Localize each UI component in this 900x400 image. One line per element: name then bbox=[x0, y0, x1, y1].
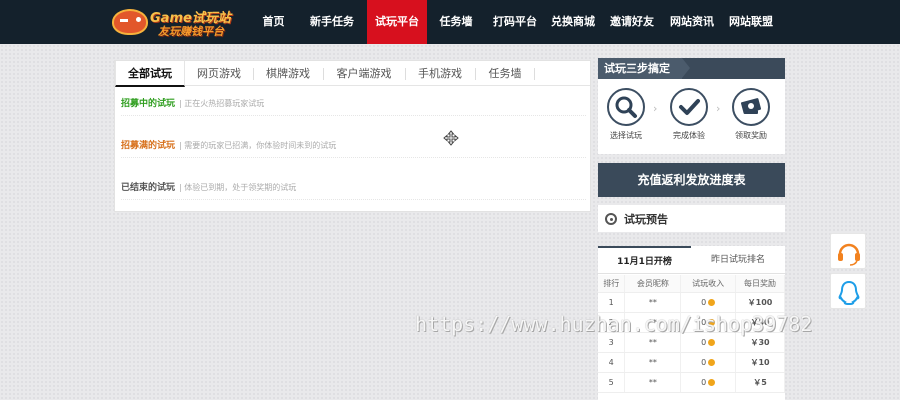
cell-name: ** bbox=[624, 372, 682, 393]
table-header-row: 排行 会员昵称 试玩收入 每日奖励 bbox=[598, 275, 785, 293]
income-value: 0 bbox=[701, 337, 707, 347]
move-cursor-icon bbox=[443, 130, 459, 146]
cell-income: 0 bbox=[680, 352, 737, 373]
tab-web-games[interactable]: 网页游戏 bbox=[185, 61, 253, 86]
income-value: 0 bbox=[701, 297, 707, 307]
qq-contact-button[interactable] bbox=[830, 273, 866, 309]
nav-item-task-wall[interactable]: 任务墙 bbox=[427, 0, 485, 44]
nav-item-invite-friends[interactable]: 邀请好友 bbox=[601, 0, 663, 44]
site-logo[interactable]: Game试玩站 友玩赚钱平台 bbox=[112, 5, 257, 39]
section-full: 招募满的试玩 | 需要的玩家已招满，你体验时间未到的试玩 bbox=[121, 140, 336, 152]
watermark-text: https://www.huzhan.com/ishop39782 bbox=[415, 312, 813, 336]
section-divider bbox=[121, 115, 586, 116]
cell-rank: 1 bbox=[598, 292, 626, 313]
section-desc: | 体验已到期，处于领奖期的试玩 bbox=[179, 183, 297, 192]
col-rank: 排行 bbox=[598, 275, 626, 293]
steps-title: 试玩三步搞定 bbox=[598, 58, 690, 79]
cell-reward: ￥100 bbox=[735, 292, 785, 313]
trial-preview-box[interactable]: 试玩预告 bbox=[598, 205, 785, 232]
tab-divider bbox=[534, 68, 535, 80]
tab-all-trials[interactable]: 全部试玩 bbox=[115, 61, 185, 87]
trial-list-panel: 全部试玩 网页游戏 棋牌游戏 客户端游戏 手机游戏 任务墙 招募中的试玩 | 正在… bbox=[114, 60, 591, 212]
step-label: 领取奖励 bbox=[735, 131, 767, 140]
nav-item-home[interactable]: 首页 bbox=[250, 0, 297, 44]
check-icon bbox=[670, 88, 708, 126]
cell-name: ** bbox=[624, 352, 682, 373]
income-value: 0 bbox=[701, 377, 707, 387]
recharge-progress-button[interactable]: 充值返利发放进度表 bbox=[598, 163, 785, 197]
section-divider bbox=[121, 199, 586, 200]
cell-rank: 5 bbox=[598, 372, 626, 393]
cell-reward: ￥5 bbox=[735, 372, 785, 393]
steps-header: 试玩三步搞定 bbox=[598, 58, 785, 79]
nav-item-trial-platform[interactable]: 试玩平台 bbox=[367, 0, 427, 44]
nav-item-captcha-platform[interactable]: 打码平台 bbox=[485, 0, 545, 44]
section-divider bbox=[121, 157, 586, 158]
table-row: 1 ** 0 ￥100 bbox=[598, 292, 785, 313]
nav-item-site-news[interactable]: 网站资讯 bbox=[663, 0, 721, 44]
table-row: 4 ** 0 ￥10 bbox=[598, 352, 785, 373]
nav-item-site-alliance[interactable]: 网站联盟 bbox=[721, 0, 781, 44]
step-complete-experience: 完成体验 bbox=[664, 88, 714, 141]
logo-line2: 友玩赚钱平台 bbox=[158, 25, 224, 38]
cell-name: ** bbox=[624, 292, 682, 313]
three-steps-panel: 试玩三步搞定 选择试玩 › 完成体验 › 领取奖励 bbox=[598, 58, 785, 154]
chevron-right-icon: › bbox=[716, 102, 721, 115]
tab-task-wall[interactable]: 任务墙 bbox=[475, 61, 535, 86]
col-reward: 每日奖励 bbox=[735, 275, 785, 293]
section-title[interactable]: 已结束的试玩 bbox=[121, 183, 175, 193]
search-icon bbox=[607, 88, 645, 126]
preview-title: 试玩预告 bbox=[624, 213, 668, 226]
coin-icon bbox=[708, 338, 716, 346]
cell-income: 0 bbox=[680, 292, 737, 313]
gamepad-icon bbox=[112, 9, 148, 35]
section-title[interactable]: 招募满的试玩 bbox=[121, 141, 175, 151]
tab-ranking-open[interactable]: 11月1日开榜 bbox=[598, 246, 691, 274]
tab-mobile-games[interactable]: 手机游戏 bbox=[405, 61, 475, 86]
main-nav: 首页 新手任务 试玩平台 任务墙 打码平台 兑换商城 邀请好友 网站资讯 网站联… bbox=[250, 0, 781, 44]
tab-yesterday-ranking[interactable]: 昨日试玩排名 bbox=[691, 246, 785, 274]
ranking-tabs: 11月1日开榜 昨日试玩排名 bbox=[598, 246, 785, 274]
nav-item-exchange-mall[interactable]: 兑换商城 bbox=[545, 0, 601, 44]
section-recruiting: 招募中的试玩 | 正在火热招募玩家试玩 bbox=[121, 98, 264, 110]
table-row: 5 ** 0 ￥5 bbox=[598, 372, 785, 393]
chevron-right-icon: › bbox=[653, 102, 658, 115]
customer-service-button[interactable] bbox=[830, 233, 866, 269]
section-desc: | 需要的玩家已招满，你体验时间未到的试玩 bbox=[179, 141, 337, 150]
coin-icon bbox=[708, 378, 716, 386]
preview-icon bbox=[605, 213, 617, 225]
coin-icon bbox=[708, 298, 716, 306]
cell-rank: 4 bbox=[598, 352, 626, 373]
step-claim-reward: 领取奖励 bbox=[726, 88, 776, 141]
section-ended: 已结束的试玩 | 体验已到期，处于领奖期的试玩 bbox=[121, 182, 296, 194]
tab-client-games[interactable]: 客户端游戏 bbox=[323, 61, 405, 86]
col-nickname: 会员昵称 bbox=[624, 275, 682, 293]
headset-icon bbox=[838, 243, 860, 266]
step-select-trial: 选择试玩 bbox=[601, 88, 651, 141]
top-navbar: Game试玩站 友玩赚钱平台 首页 新手任务 试玩平台 任务墙 打码平台 兑换商… bbox=[0, 0, 900, 44]
col-income: 试玩收入 bbox=[680, 275, 737, 293]
cell-reward: ￥10 bbox=[735, 352, 785, 373]
income-value: 0 bbox=[701, 357, 707, 367]
coin-icon bbox=[708, 358, 716, 366]
money-icon bbox=[732, 88, 770, 126]
section-desc: | 正在火热招募玩家试玩 bbox=[179, 99, 265, 108]
nav-item-newbie-tasks[interactable]: 新手任务 bbox=[297, 0, 367, 44]
tab-card-games[interactable]: 棋牌游戏 bbox=[253, 61, 323, 86]
step-label: 选择试玩 bbox=[610, 131, 642, 140]
step-label: 完成体验 bbox=[673, 131, 705, 140]
qq-penguin-icon bbox=[838, 280, 860, 306]
section-title[interactable]: 招募中的试玩 bbox=[121, 99, 175, 109]
cell-income: 0 bbox=[680, 372, 737, 393]
category-tabs: 全部试玩 网页游戏 棋牌游戏 客户端游戏 手机游戏 任务墙 bbox=[115, 61, 590, 87]
